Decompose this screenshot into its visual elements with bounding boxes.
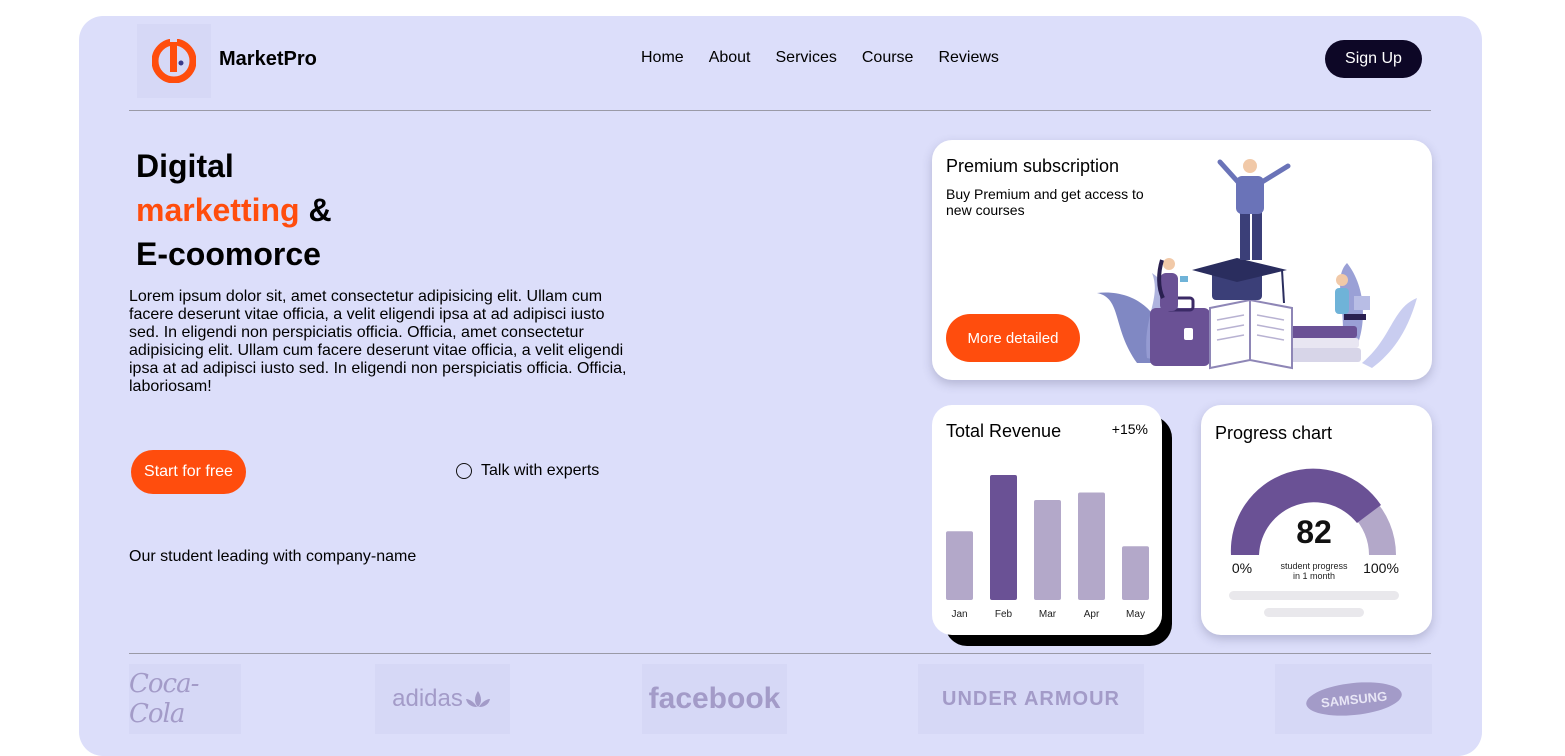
brands-divider <box>129 653 1431 654</box>
progress-placeholder-bar <box>1264 608 1364 617</box>
coca-cola-text: Coca-Cola <box>129 669 199 729</box>
hero-title-accent: marketting <box>136 192 300 228</box>
premium-subscription-card: Premium subscription Buy Premium and get… <box>932 140 1432 380</box>
adidas-trefoil-icon <box>465 691 490 707</box>
samsung-logo: SAMSUNG <box>1275 664 1432 734</box>
adidas-text: adidas <box>392 685 463 712</box>
total-revenue-card: Total Revenue +15% Jan Feb Mar Apr May <box>932 405 1162 635</box>
signup-button[interactable]: Sign Up <box>1325 40 1422 78</box>
revenue-bar-apr <box>1078 492 1105 600</box>
progress-gauge: 82 0% 100% student progress in 1 month <box>1229 468 1399 617</box>
nav-course[interactable]: Course <box>862 49 914 67</box>
gauge-min-label: 0% <box>1232 560 1252 576</box>
hero-title-amp: & <box>308 192 332 228</box>
nav-services[interactable]: Services <box>776 49 837 67</box>
facebook-text: facebook <box>648 682 781 715</box>
progress-placeholder-bar <box>1229 591 1399 600</box>
header-divider <box>129 110 1431 111</box>
revenue-tick-feb: Feb <box>995 609 1013 620</box>
revenue-tick-mar: Mar <box>1039 609 1057 620</box>
samsung-ellipse: SAMSUNG <box>1304 678 1403 720</box>
talk-with-experts-label: Talk with experts <box>481 462 600 479</box>
gauge-caption-1: student progress <box>1280 561 1348 571</box>
progress-chart-card: Progress chart 82 0% 100% student progre… <box>1201 405 1432 635</box>
hero-title-line1: Digital <box>136 148 234 184</box>
nav-home[interactable]: Home <box>641 49 684 67</box>
revenue-bar-jan <box>946 531 973 600</box>
brand-logos: Coca-Cola adidas facebook UNDER ARMOUR S… <box>79 664 1482 734</box>
revenue-bar-chart: Jan Feb Mar Apr May <box>946 475 1149 620</box>
talk-with-experts[interactable]: Talk with experts <box>456 462 599 480</box>
revenue-bar-may <box>1122 546 1149 600</box>
revenue-bar-mar <box>1034 500 1061 600</box>
under-armour-logo: UNDER ARMOUR <box>918 664 1144 734</box>
page-container: MarketPro Home About Services Course Rev… <box>79 16 1482 756</box>
hero-title-line2: marketting & <box>136 188 332 232</box>
adidas-logo: adidas <box>375 664 510 734</box>
logo[interactable] <box>137 24 211 98</box>
hero-title: Digital marketting & E-coomorce <box>136 144 332 276</box>
hero-title-line3: E-coomorce <box>136 236 321 272</box>
revenue-tick-jan: Jan <box>951 609 967 620</box>
more-detailed-button[interactable]: More detailed <box>946 314 1080 362</box>
brand-name: MarketPro <box>219 48 317 70</box>
coca-cola-logo: Coca-Cola <box>129 664 241 734</box>
under-armour-text: UNDER ARMOUR <box>942 687 1120 710</box>
gauge-caption-2: in 1 month <box>1293 571 1335 581</box>
nav-reviews[interactable]: Reviews <box>938 49 998 67</box>
facebook-logo: facebook <box>642 664 787 734</box>
start-for-free-button[interactable]: Start for free <box>131 450 246 494</box>
hero-description: Lorem ipsum dolor sit, amet consectetur … <box>129 288 627 395</box>
gauge-max-label: 100% <box>1363 560 1399 576</box>
revenue-tick-apr: Apr <box>1084 609 1100 620</box>
logo-icon <box>152 39 196 83</box>
nav-about[interactable]: About <box>709 49 751 67</box>
gauge-value: 82 <box>1296 514 1332 550</box>
samsung-text: SAMSUNG <box>1319 688 1388 710</box>
main-nav: Home About Services Course Reviews <box>641 49 999 67</box>
revenue-bar-feb <box>990 475 1017 600</box>
graduation-illustration <box>1097 159 1417 370</box>
radio-icon[interactable] <box>456 463 472 479</box>
revenue-tick-may: May <box>1126 609 1145 620</box>
student-leading-text: Our student leading with company-name <box>129 548 417 565</box>
